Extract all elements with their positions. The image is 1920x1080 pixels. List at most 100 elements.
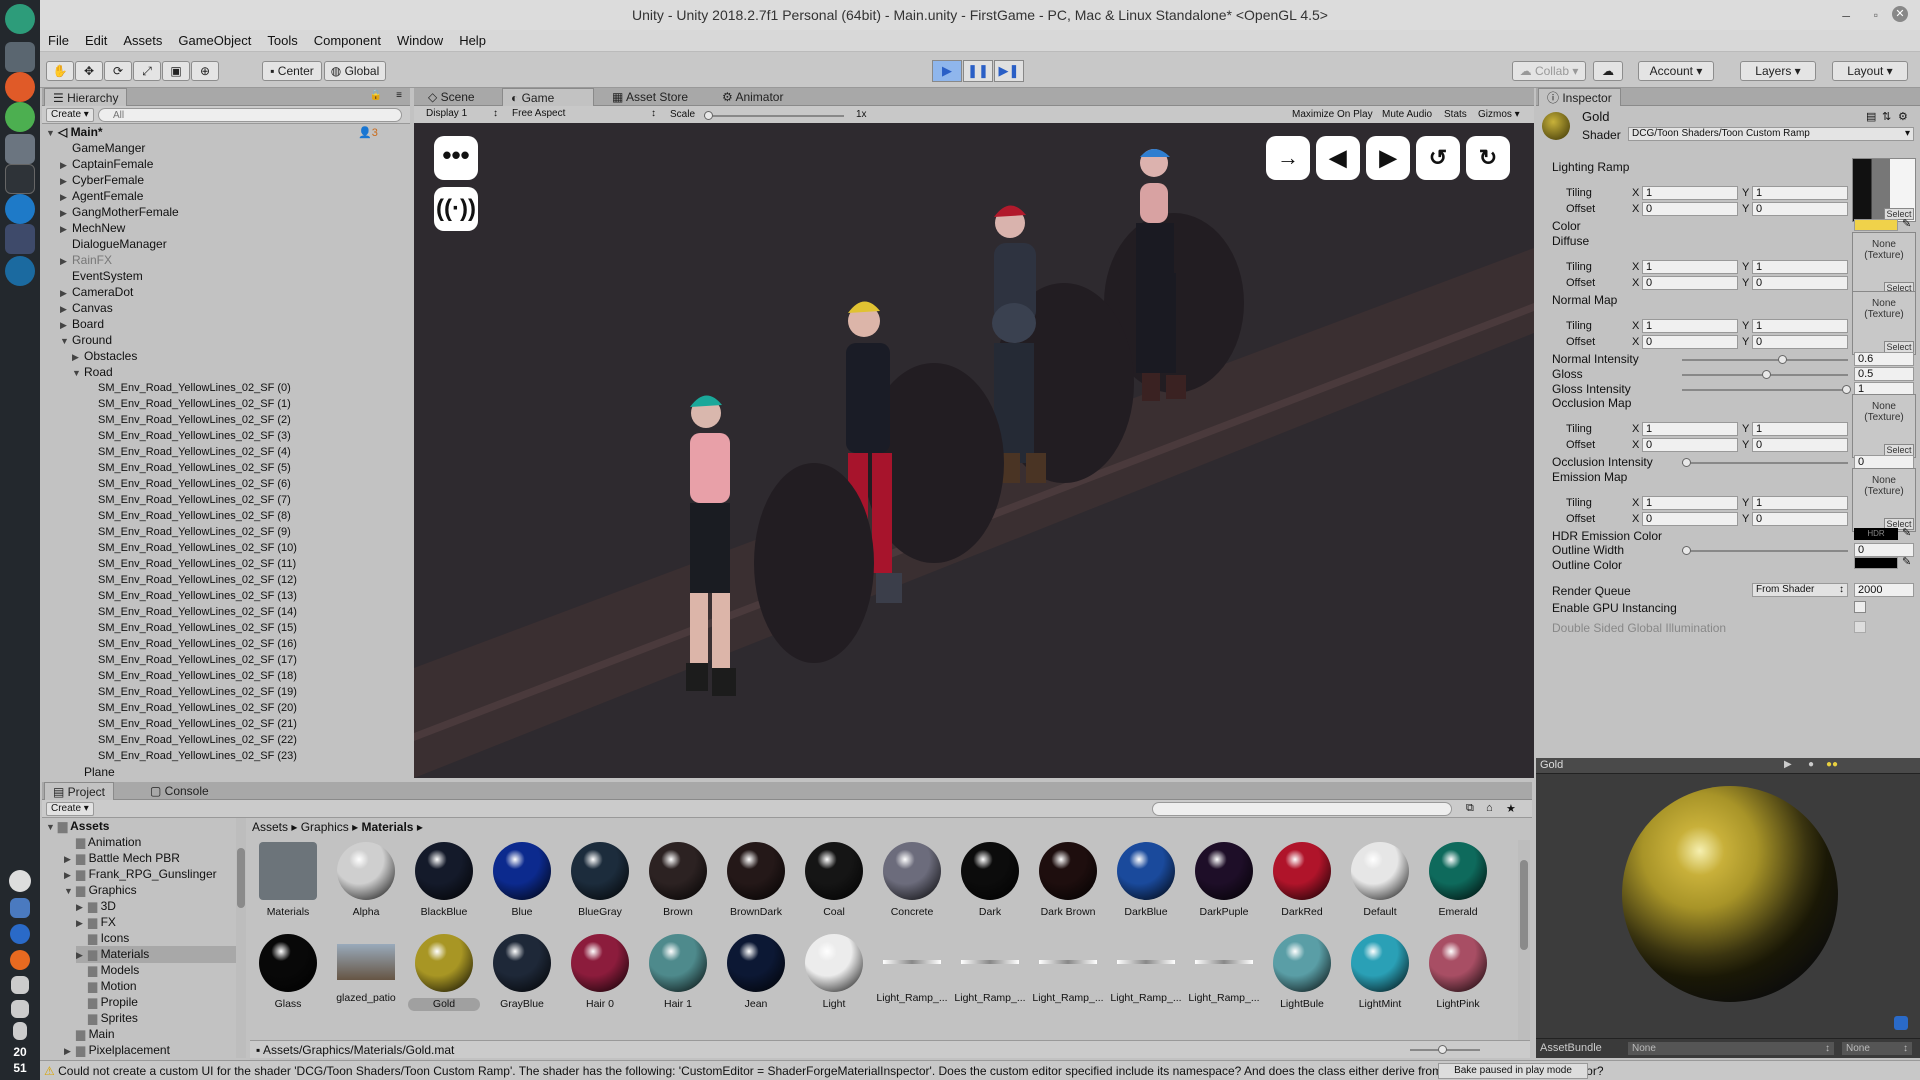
tiling-x-field[interactable]: 1 xyxy=(1642,496,1738,510)
outline-color-swatch[interactable] xyxy=(1854,557,1898,569)
outline_width-slider[interactable] xyxy=(1682,546,1848,555)
asset-scrollbar[interactable] xyxy=(1518,840,1530,1040)
icon-size-knob[interactable] xyxy=(1438,1045,1447,1054)
tiling-y-field[interactable]: 1 xyxy=(1752,186,1848,200)
tiling-x-field[interactable]: 1 xyxy=(1642,422,1738,436)
tiling-y-field[interactable]: 1 xyxy=(1752,319,1848,333)
hierarchy-item[interactable]: ▶ Board xyxy=(60,316,104,332)
gizmos-dropdown[interactable]: Gizmos ▾ xyxy=(1478,109,1520,120)
asset-item[interactable]: LightMint xyxy=(1344,932,1416,1020)
hierarchy-item[interactable]: ▶ AgentFemale xyxy=(60,188,143,204)
steam-icon[interactable] xyxy=(5,256,35,286)
folder-item[interactable]: ▆ Models xyxy=(76,962,238,978)
breadcrumb-materials[interactable]: Materials xyxy=(361,820,413,834)
eyedropper-icon[interactable]: ✎ xyxy=(1902,526,1911,539)
breadcrumb-assets[interactable]: Assets xyxy=(252,820,288,834)
hierarchy-item[interactable]: ▶ Obstacles xyxy=(72,348,137,364)
hierarchy-item[interactable]: ▶ GangMotherFemale xyxy=(60,204,179,220)
expand-arrow-icon[interactable]: ▶ xyxy=(72,349,84,365)
gloss-slider[interactable] xyxy=(1682,370,1848,379)
tab-asset-store[interactable]: ▦ Asset Store xyxy=(604,88,696,106)
asset-item[interactable]: Coal xyxy=(798,840,870,928)
tiling-x-field[interactable]: 1 xyxy=(1642,319,1738,333)
folder-item[interactable]: ▶ ▆ FX xyxy=(76,914,238,931)
collab-button[interactable]: ☁ Collab ▾ xyxy=(1512,61,1586,81)
shield-icon[interactable] xyxy=(10,898,30,918)
asset-item[interactable]: Dark Brown xyxy=(1032,840,1104,928)
music-icon[interactable] xyxy=(11,1000,29,1018)
hierarchy-item[interactable]: SM_Env_Road_YellowLines_02_SF (3) xyxy=(98,428,291,444)
hierarchy-item[interactable]: SM_Env_Road_YellowLines_02_SF (20) xyxy=(98,700,297,716)
preview-play-icon[interactable]: ▶ xyxy=(1784,759,1792,770)
hdr-color-swatch[interactable]: HDR xyxy=(1854,528,1898,540)
assetbundle-name-dropdown[interactable]: None ↕ xyxy=(1628,1042,1834,1055)
folder-item[interactable]: ▆ Motion xyxy=(76,978,238,994)
expand-arrow-icon[interactable]: ▶ xyxy=(60,189,72,205)
double-sided-checkbox[interactable] xyxy=(1854,621,1866,633)
rect-tool-icon[interactable]: ▣ xyxy=(162,61,190,81)
asset-item[interactable]: Light xyxy=(798,932,870,1020)
minimize-icon[interactable]: – xyxy=(1842,0,1850,30)
folder-item[interactable]: ▆ Propile xyxy=(76,994,238,1010)
asset-item[interactable]: glazed_patio xyxy=(330,932,402,1020)
chrome-tray-icon[interactable] xyxy=(10,950,30,970)
play-icon[interactable]: ▶ xyxy=(1366,136,1410,180)
folder-item[interactable]: ▆ Icons xyxy=(76,930,238,946)
texture-slot[interactable]: None (Texture) Select xyxy=(1852,468,1916,532)
tiling-x-field[interactable]: 1 xyxy=(1642,186,1738,200)
asset-item[interactable]: Glass xyxy=(252,932,324,1020)
tab-animator[interactable]: ⚙ Animator xyxy=(714,88,791,106)
filter-label-icon[interactable]: ⌂ xyxy=(1486,802,1493,814)
scale-slider-knob[interactable] xyxy=(704,111,713,120)
hierarchy-item[interactable]: SM_Env_Road_YellowLines_02_SF (13) xyxy=(98,588,297,604)
app-menu-icon[interactable] xyxy=(5,4,35,34)
texture-slot[interactable]: None (Texture) Select xyxy=(1852,232,1916,296)
asset-item[interactable]: Gold xyxy=(408,932,480,1020)
hierarchy-item[interactable]: GameManger xyxy=(60,140,145,156)
expand-arrow-icon[interactable]: ▶ xyxy=(64,1043,76,1058)
hierarchy-item[interactable]: ▶ CyberFemale xyxy=(60,172,144,188)
rotate-left-icon[interactable]: ↺ xyxy=(1416,136,1460,180)
pause-button[interactable]: ❚❚ xyxy=(963,60,993,82)
tiling-y-field[interactable]: 1 xyxy=(1752,496,1848,510)
hierarchy-item[interactable]: SM_Env_Road_YellowLines_02_SF (5) xyxy=(98,460,291,476)
folder-scrollbar[interactable] xyxy=(236,818,246,1058)
expand-arrow-icon[interactable]: ▼ xyxy=(60,333,72,349)
tab-inspector[interactable]: ⓘ Inspector xyxy=(1538,88,1621,106)
occlusion_intensity-slider[interactable] xyxy=(1682,458,1848,467)
maximize-on-play-toggle[interactable]: Maximize On Play xyxy=(1292,109,1373,120)
texture-slot[interactable]: None (Texture) Select xyxy=(1852,394,1916,458)
hierarchy-search-input[interactable] xyxy=(98,108,402,122)
folder-item[interactable]: ▼ ▆ Assets xyxy=(46,818,238,835)
scale-slider[interactable] xyxy=(704,111,844,120)
menu-gameobject[interactable]: GameObject xyxy=(170,30,259,52)
clipboard-icon[interactable] xyxy=(13,1022,27,1040)
mute-audio-toggle[interactable]: Mute Audio xyxy=(1382,109,1432,120)
asset-item[interactable]: Jean xyxy=(720,932,792,1020)
folder-item[interactable]: ▶ ▆ Frank_RPG_Gunslinger xyxy=(64,866,238,883)
eyedropper-icon[interactable]: ✎ xyxy=(1902,555,1911,568)
ubuntu-icon[interactable] xyxy=(5,72,35,102)
asset-item[interactable]: Light_Ramp_... xyxy=(1110,932,1182,1020)
hierarchy-item[interactable]: ▶ RainFX xyxy=(60,252,112,268)
previous-icon[interactable]: ◀ xyxy=(1316,136,1360,180)
expand-arrow-icon[interactable]: ▼ xyxy=(72,365,84,381)
lock-icon[interactable]: 🔒 xyxy=(370,90,382,101)
transform-tool-icon[interactable]: ⊕ xyxy=(191,61,219,81)
asset-item[interactable]: Hair 1 xyxy=(642,932,714,1020)
material-preview-sphere[interactable] xyxy=(1622,786,1838,1002)
chrome-icon[interactable] xyxy=(5,102,35,132)
color-swatch[interactable] xyxy=(1854,219,1898,231)
offset-x-field[interactable]: 0 xyxy=(1642,512,1738,526)
folder-item[interactable]: ▶ ▆ Battle Mech PBR xyxy=(64,850,238,867)
folder-icon[interactable] xyxy=(5,134,35,164)
menu-assets[interactable]: Assets xyxy=(115,30,170,52)
hierarchy-item[interactable]: SM_Env_Road_YellowLines_02_SF (22) xyxy=(98,732,297,748)
unity-hub-icon[interactable] xyxy=(5,224,35,254)
hierarchy-item[interactable]: SM_Env_Road_YellowLines_02_SF (2) xyxy=(98,412,291,428)
preview-light-icon[interactable]: ●● xyxy=(1826,759,1838,770)
asset-item[interactable]: GrayBlue xyxy=(486,932,558,1020)
expand-arrow-icon[interactable]: ▶ xyxy=(76,899,88,915)
aspect-dropdown[interactable]: Free Aspect ↕ xyxy=(508,108,660,122)
wifi-icon[interactable] xyxy=(11,976,29,994)
